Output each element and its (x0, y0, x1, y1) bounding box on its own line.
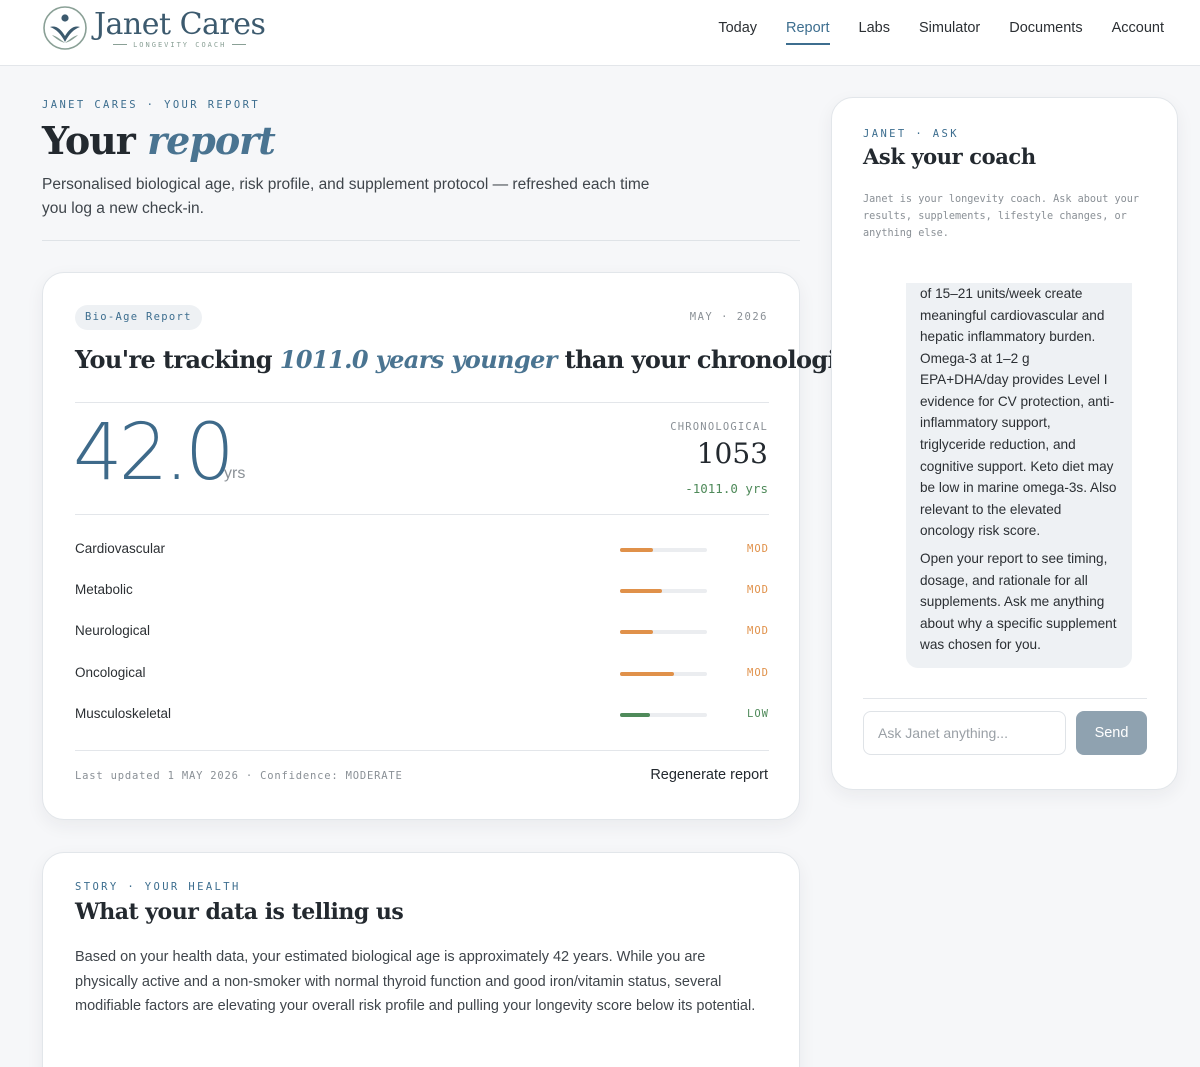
chat-title: Ask your coach (863, 144, 1036, 169)
brand-name: Janet Cares (94, 6, 266, 42)
risk-bar-fill (620, 548, 654, 552)
risk-bar-fill (620, 713, 651, 717)
send-button[interactable]: Send (1076, 711, 1147, 755)
risk-level: MOD (747, 584, 769, 596)
brand-tagline-row: LONGEVITY COACH (113, 40, 247, 49)
risk-bar-fill (620, 630, 654, 634)
risk-level: MOD (747, 667, 769, 679)
regenerate-report-button[interactable]: Regenerate report (650, 767, 768, 783)
page-title: Your report (42, 118, 276, 163)
nav-documents[interactable]: Documents (1009, 0, 1082, 66)
nav-account[interactable]: Account (1112, 0, 1164, 66)
ask-coach-panel: JANET · ASK Ask your coach Janet is your… (831, 97, 1178, 790)
biological-age-unit: yrs (224, 465, 246, 482)
risk-level: MOD (747, 625, 769, 637)
report-badge: Bio-Age Report (75, 305, 202, 330)
divider (75, 750, 769, 751)
story-body: Based on your health data, your estimate… (75, 949, 756, 1014)
brand-logo[interactable]: Janet Cares LONGEVITY COACH (42, 5, 266, 51)
top-bar: Janet Cares LONGEVITY COACH Today Report… (0, 0, 1200, 66)
divider (863, 698, 1147, 699)
page-title-emphasis: report (147, 118, 276, 163)
brand-tagline: LONGEVITY COACH (133, 40, 227, 49)
bio-age-report-card: Bio-Age Report MAY · 2026 You're trackin… (42, 272, 935, 820)
biological-age-value: 42.0 (73, 408, 235, 498)
nav-report[interactable]: Report (786, 0, 830, 66)
story-card: STORY · YOUR HEALTH What your data is te… (42, 852, 800, 1067)
divider (75, 402, 769, 403)
nav-today[interactable]: Today (718, 0, 757, 66)
risk-bar (620, 589, 707, 593)
risk-name: Musculoskeletal (75, 706, 172, 721)
risk-row-musculoskeletal: Musculoskeletal LOW (75, 704, 769, 724)
report-headline: You're tracking 1011.0 years younger tha… (75, 345, 935, 374)
divider (42, 240, 800, 241)
chronological-age-value: 1053 (696, 437, 768, 470)
risk-row-oncological: Oncological MOD (75, 663, 769, 683)
report-date: MAY · 2026 (689, 311, 768, 323)
risk-bar-fill (620, 589, 662, 593)
risk-name: Cardiovascular (75, 541, 166, 556)
nav-labs[interactable]: Labs (859, 0, 890, 66)
risk-bar-fill (620, 672, 674, 676)
coach-message-bubble: of 15–21 units/week create meaningful ca… (906, 282, 1132, 668)
headline-emphasis: 1011.0 years younger (279, 345, 558, 374)
chat-eyebrow: JANET · ASK (863, 128, 959, 140)
risk-row-cardiovascular: Cardiovascular MOD (75, 539, 769, 559)
coach-message-paragraph: of 15–21 units/week create meaningful ca… (920, 285, 1117, 539)
main-nav: Today Report Labs Simulator Documents Ac… (718, 0, 1164, 66)
chat-message-list[interactable]: of 15–21 units/week create meaningful ca… (863, 260, 1148, 672)
risk-level: LOW (747, 708, 769, 720)
risk-row-metabolic: Metabolic MOD (75, 580, 769, 600)
page-eyebrow: JANET CARES · YOUR REPORT (42, 99, 261, 111)
chat-intro: Janet is your longevity coach. Ask about… (863, 194, 1140, 239)
headline-pre: You're tracking (75, 345, 273, 374)
story-eyebrow: STORY · YOUR HEALTH (75, 881, 241, 893)
risk-bar (620, 548, 707, 552)
risk-bar (620, 630, 707, 634)
person-leaf-logo-icon (43, 6, 87, 50)
page-title-plain: Your (42, 118, 136, 163)
nav-simulator[interactable]: Simulator (919, 0, 980, 66)
risk-name: Oncological (75, 665, 146, 680)
risk-row-neurological: Neurological MOD (75, 621, 769, 641)
report-meta: Last updated 1 MAY 2026 · Confidence: MO… (75, 770, 403, 782)
risk-bar (620, 672, 707, 676)
divider (75, 514, 769, 515)
age-difference: -1011.0 yrs (685, 481, 768, 496)
coach-message-paragraph: Open your report to see timing, dosage, … (920, 551, 1117, 653)
risk-name: Neurological (75, 623, 151, 638)
chat-input[interactable] (863, 711, 1066, 755)
chronological-label: CHRONOLOGICAL (670, 421, 768, 433)
page-subtitle: Personalised biological age, risk profil… (42, 176, 650, 217)
risk-bar (620, 713, 707, 717)
risk-name: Metabolic (75, 582, 133, 597)
risk-level: MOD (747, 543, 769, 555)
story-title: What your data is telling us (75, 899, 404, 925)
